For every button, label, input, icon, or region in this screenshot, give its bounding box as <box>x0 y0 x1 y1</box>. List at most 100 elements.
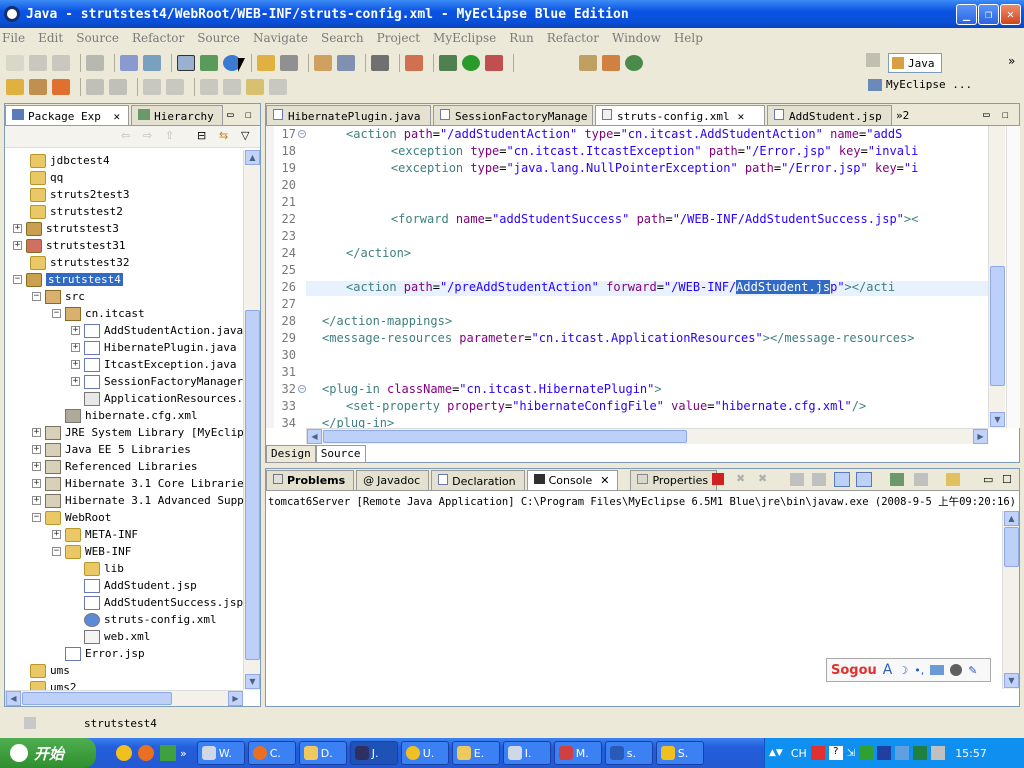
pencil-icon[interactable] <box>52 79 70 95</box>
task-explorer-e[interactable]: E. <box>451 741 500 765</box>
explorer-horizontal-scrollbar[interactable]: ◀ ▶ <box>5 690 243 706</box>
quicklaunch-firefox-icon[interactable] <box>138 745 154 761</box>
collapse-all-icon[interactable]: ⊟ <box>197 129 206 142</box>
up-nav-icon[interactable]: ⇧ <box>165 129 174 142</box>
tree-item-cn-itcast[interactable]: − cn.itcast <box>52 305 145 322</box>
ime-toolbar[interactable]: Sogou A ☽ •, ✎ <box>826 658 991 682</box>
collapse-icon[interactable]: − <box>32 292 41 301</box>
scroll-left-icon[interactable]: ◀ <box>307 429 322 444</box>
open-perspective-icon[interactable] <box>579 55 597 71</box>
tab-console[interactable]: Console ✕ <box>526 470 619 490</box>
task-firefox[interactable]: C. <box>247 741 296 765</box>
brush-icon[interactable] <box>29 79 47 95</box>
fold-toggle-icon[interactable]: − <box>298 130 306 138</box>
open-type-icon[interactable] <box>257 55 275 71</box>
minimize-editor-icon[interactable]: ▭ <box>983 108 990 121</box>
tree-item-javaee-libraries[interactable]: + Java EE 5 Libraries <box>32 441 191 458</box>
task-s[interactable]: s. <box>604 741 653 765</box>
volume-icon[interactable] <box>931 746 946 760</box>
collapse-icon[interactable]: − <box>32 513 41 522</box>
forward-icon[interactable] <box>269 79 287 95</box>
chevron-right-icon[interactable]: » <box>1008 54 1015 68</box>
fast-view-icon[interactable] <box>24 717 36 729</box>
format-icon[interactable] <box>86 79 104 95</box>
show-stdout-icon[interactable] <box>834 472 850 487</box>
refresh-icon[interactable] <box>625 55 643 71</box>
tree-item-strutstest3[interactable]: + strutstest3 <box>13 220 119 237</box>
task-i[interactable]: I. <box>502 741 551 765</box>
scroll-thumb[interactable] <box>990 266 1005 386</box>
menu-help[interactable]: Help <box>674 31 703 45</box>
more-tabs-indicator[interactable]: »2 <box>896 109 909 122</box>
language-indicator[interactable]: CH <box>791 747 807 760</box>
tray-scroll-icon[interactable]: ▲▼ <box>769 748 783 758</box>
menu-source-2[interactable]: Source <box>197 31 240 45</box>
tree-item-hibernate-core[interactable]: + Hibernate 3.1 Core Libraries <box>32 475 243 492</box>
tab-javadoc[interactable]: @ Javadoc <box>356 470 430 490</box>
collapse-icon[interactable] <box>166 79 184 95</box>
tab-addstudent-jsp[interactable]: AddStudent.jsp <box>767 105 892 125</box>
wizard-icon[interactable] <box>120 55 138 71</box>
tree-item-strutstest2[interactable]: strutstest2 <box>30 203 123 220</box>
menu-window[interactable]: Window <box>612 31 661 45</box>
ime-moon-icon[interactable]: ☽ <box>898 664 908 677</box>
tools-icon[interactable] <box>405 55 423 71</box>
start-button[interactable]: 开始 <box>0 738 96 768</box>
ime-mode-icon[interactable]: A <box>883 662 893 678</box>
tree-item-hibernateplugin[interactable]: + HibernatePlugin.java <box>71 339 236 356</box>
scroll-down-icon[interactable]: ▼ <box>245 674 260 689</box>
tree-item-qq[interactable]: qq <box>30 169 63 186</box>
new-class-icon[interactable] <box>314 55 332 71</box>
comment-icon[interactable] <box>109 79 127 95</box>
tree-item-webroot[interactable]: − WebRoot <box>32 509 111 526</box>
open-console-icon[interactable] <box>946 473 960 486</box>
perspective-open-icon[interactable] <box>866 53 880 67</box>
scroll-thumb-h[interactable] <box>22 692 172 705</box>
tree-item-ums[interactable]: ums <box>30 662 70 679</box>
pin-console-icon[interactable] <box>890 473 904 486</box>
java-perspective-button[interactable]: Java <box>888 53 942 73</box>
ime-tray-icon[interactable] <box>810 746 825 760</box>
tree-item-itcastexception[interactable]: + ItcastException.java <box>71 356 236 373</box>
expand-icon[interactable]: + <box>32 479 41 488</box>
task-m[interactable]: M. <box>553 741 602 765</box>
scroll-left-icon[interactable]: ◀ <box>6 691 21 706</box>
tree-item-strutstest4[interactable]: − strutstest4 <box>13 271 123 288</box>
tab-sessionfactorymanager[interactable]: SessionFactoryManage <box>433 105 593 125</box>
tab-hierarchy[interactable]: Hierarchy <box>131 105 223 125</box>
tree-item-lib[interactable]: lib <box>84 560 124 577</box>
expand-icon[interactable]: + <box>32 428 41 437</box>
expand-tray-icon[interactable]: ⇲ <box>847 748 855 759</box>
tray-icon-3[interactable] <box>913 746 928 760</box>
expand-icon[interactable]: + <box>32 496 41 505</box>
tab-struts-config[interactable]: struts-config.xml ✕ <box>595 105 765 125</box>
tree-item-web-inf[interactable]: − WEB-INF <box>52 543 131 560</box>
menu-navigate[interactable]: Navigate <box>253 31 308 45</box>
network-icon[interactable] <box>877 746 892 760</box>
minimize-view-icon[interactable]: ▭ <box>227 108 234 121</box>
maximize-view-icon[interactable]: ☐ <box>245 108 252 121</box>
expand-icon[interactable] <box>143 79 161 95</box>
close-tab-icon[interactable]: ✕ <box>738 110 745 123</box>
menu-myeclipse[interactable]: MyEclipse <box>433 31 496 45</box>
show-stderr-icon[interactable] <box>856 472 872 487</box>
expand-icon[interactable]: + <box>71 360 80 369</box>
maximize-button[interactable]: ❐ <box>978 4 999 25</box>
quicklaunch-more-icon[interactable]: » <box>180 747 187 760</box>
tree-item-struts-config[interactable]: struts-config.xml <box>84 611 217 628</box>
tray-icon-2[interactable] <box>895 746 910 760</box>
code-area[interactable]: 17 <action path="/addStudentAction" type=… <box>266 126 988 428</box>
menu-file[interactable]: File <box>2 31 25 45</box>
next-annotation-icon[interactable] <box>200 79 218 95</box>
run-server-icon[interactable] <box>200 55 218 71</box>
collapse-icon[interactable]: − <box>52 309 61 318</box>
scroll-up-icon[interactable]: ▲ <box>1004 511 1019 526</box>
tab-properties[interactable]: Properties <box>630 470 718 490</box>
collapse-icon[interactable]: − <box>52 547 61 556</box>
ime-punct-icon[interactable]: •, <box>914 664 924 677</box>
ime-keyboard-icon[interactable] <box>930 665 945 675</box>
print-icon[interactable] <box>86 55 104 71</box>
expand-icon[interactable]: + <box>71 343 80 352</box>
tree-item-hibernate-cfg[interactable]: hibernate.cfg.xml <box>65 407 198 424</box>
expand-icon[interactable]: + <box>32 445 41 454</box>
